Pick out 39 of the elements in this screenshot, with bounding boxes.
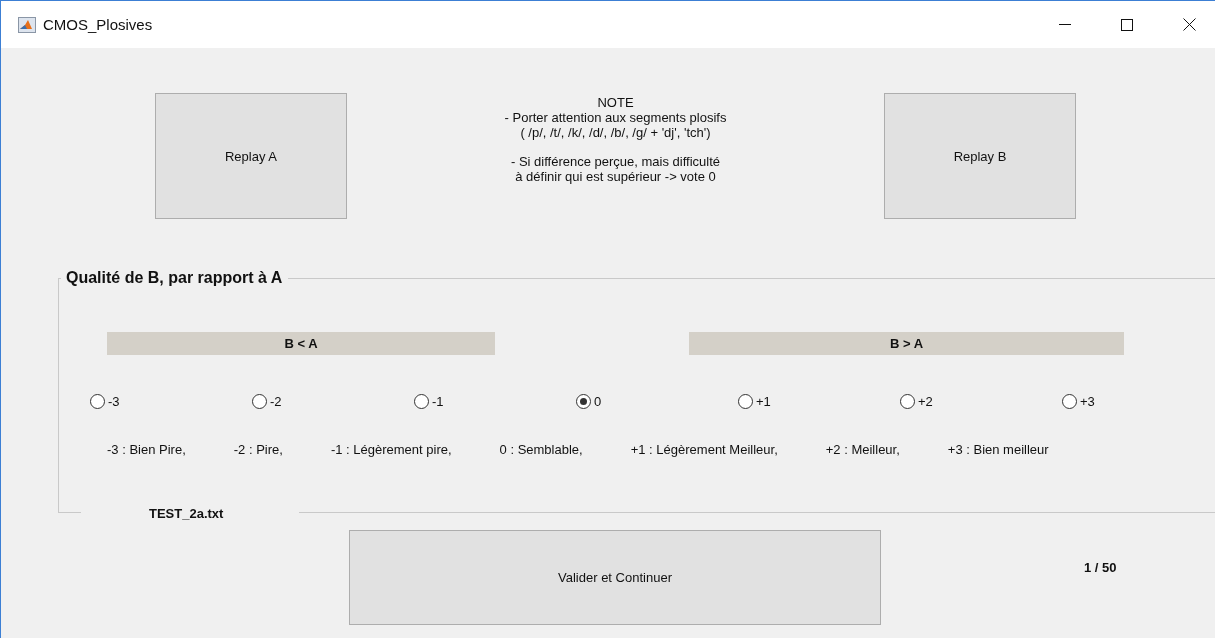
progress-counter: 1 / 50: [1084, 560, 1117, 575]
scale-description: +1 : Légèrement Meilleur,: [630, 442, 778, 457]
group-header: B > A: [689, 332, 1124, 355]
radio-label: 0: [594, 394, 602, 409]
panel-title: Qualité de B, par rapport à A: [65, 269, 284, 287]
radio-button[interactable]: [1062, 394, 1077, 409]
radio-button[interactable]: [90, 394, 105, 409]
close-icon[interactable]: [1183, 18, 1196, 31]
scale-description: -2 : Pire,: [233, 442, 283, 457]
radio-label: +3: [1080, 394, 1095, 409]
radio-label: -2: [270, 394, 282, 409]
scale-description: 0 : Semblable,: [499, 442, 583, 457]
scale-description: +3 : Bien meilleur: [947, 442, 1049, 457]
maximize-icon[interactable]: [1121, 18, 1133, 31]
minimize-icon[interactable]: [1059, 23, 1071, 26]
scale-description: -3 : Bien Pire,: [107, 442, 186, 457]
continue-button[interactable]: Valider et Continuer: [349, 530, 881, 625]
note-text: NOTE: [597, 95, 634, 110]
replay-a-button[interactable]: Replay A: [155, 93, 347, 219]
radio-label: +2: [918, 394, 933, 409]
radio-button[interactable]: [252, 394, 267, 409]
window-title: CMOS_Plosives: [43, 16, 153, 33]
note-text: - Porter attention aux segments plosifs: [504, 110, 727, 125]
radio-label: -3: [108, 394, 120, 409]
note-text: ( /p/, /t/, /k/, /d/, /b/, /g/ + 'dj', 'tch'): [520, 125, 711, 140]
radio-button[interactable]: [414, 394, 429, 409]
scale-description: -1 : Légèrement pire,: [330, 442, 452, 457]
app-icon: [18, 16, 36, 33]
scale-description: +2 : Meilleur,: [825, 442, 900, 457]
radio-button[interactable]: [738, 394, 753, 409]
radio-label: -1: [432, 394, 444, 409]
note-text: à définir qui est supérieur -> vote 0: [515, 169, 716, 184]
radio-button[interactable]: [576, 394, 591, 409]
group-header: B < A: [107, 332, 495, 355]
replay-b-button[interactable]: Replay B: [884, 93, 1076, 219]
radio-label: +1: [756, 394, 771, 409]
radio-button[interactable]: [900, 394, 915, 409]
file-name: TEST_2a.txt: [81, 506, 299, 522]
note-text: - Si différence perçue, mais difficulté: [510, 154, 721, 169]
